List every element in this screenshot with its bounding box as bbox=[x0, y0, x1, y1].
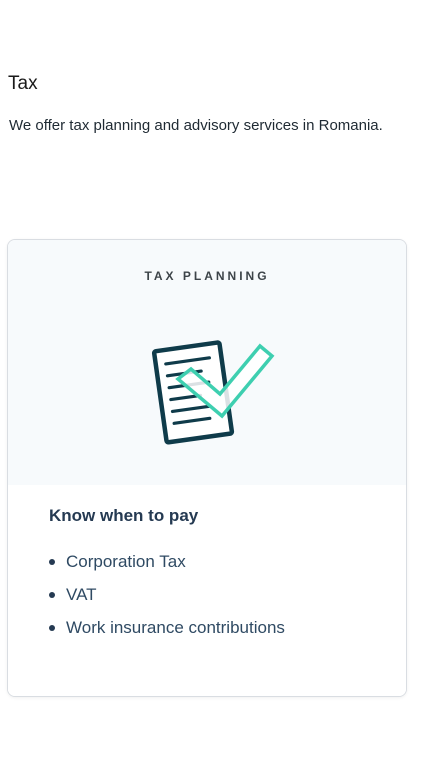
card-eyebrow: TAX PLANNING bbox=[144, 269, 270, 283]
tax-items-list: Corporation Tax VAT Work insurance contr… bbox=[49, 551, 285, 650]
list-item-label: VAT bbox=[66, 585, 97, 604]
tax-planning-card: TAX PLANNING Know when to pay Corporatio… bbox=[7, 239, 407, 697]
list-item-label: Corporation Tax bbox=[66, 552, 186, 571]
card-heading: Know when to pay bbox=[49, 506, 199, 525]
list-item: Corporation Tax bbox=[49, 551, 285, 573]
card-body: Know when to pay Corporation Tax VAT Wor… bbox=[8, 485, 406, 696]
bullet-icon bbox=[49, 592, 55, 598]
card-header: TAX PLANNING bbox=[8, 240, 406, 485]
section-description: We offer tax planning and advisory servi… bbox=[9, 117, 383, 134]
page: Tax We offer tax planning and advisory s… bbox=[0, 0, 426, 773]
list-item: VAT bbox=[49, 584, 285, 606]
document-checkmark-icon bbox=[151, 340, 275, 445]
bullet-icon bbox=[49, 625, 55, 631]
section-title: Tax bbox=[8, 73, 38, 94]
bullet-icon bbox=[49, 559, 55, 565]
list-item: Work insurance contributions bbox=[49, 617, 285, 639]
list-item-label: Work insurance contributions bbox=[66, 618, 285, 637]
